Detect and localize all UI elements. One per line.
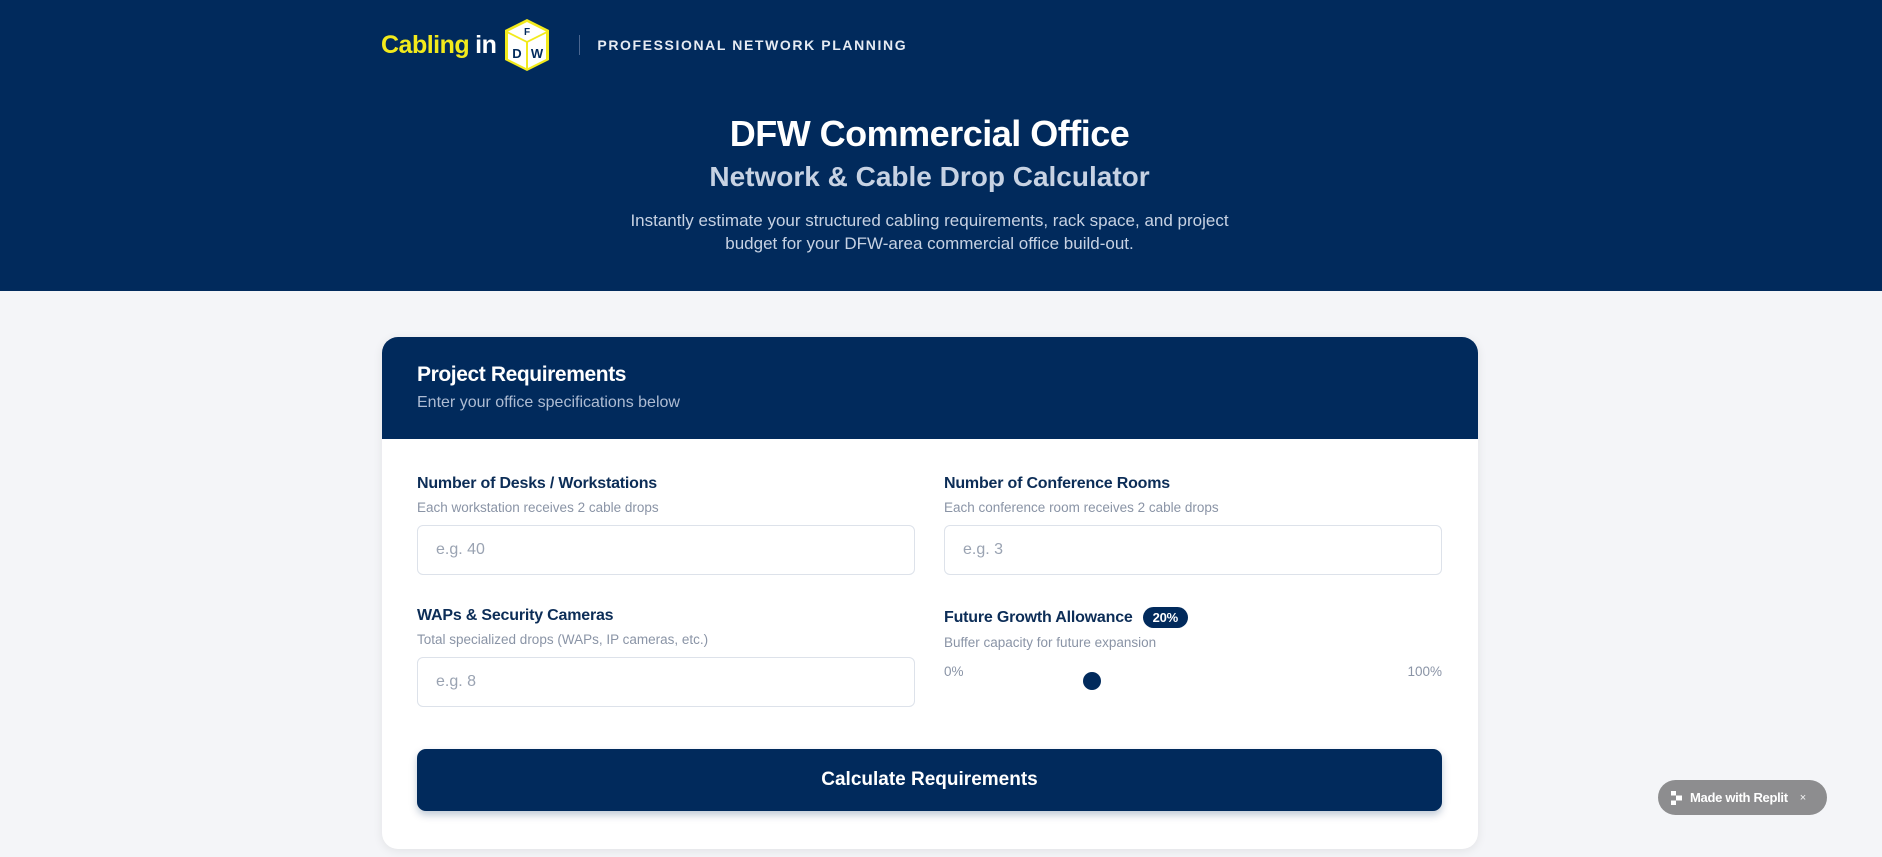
conference-rooms-field: Number of Conference Rooms Each conferen… [944,475,1442,575]
calculate-requirements-button[interactable]: Calculate Requirements [417,749,1442,811]
replit-badge-label: Made with Replit [1690,790,1788,805]
waps-cameras-help: Total specialized drops (WAPs, IP camera… [417,632,709,647]
project-requirements-card: Project Requirements Enter your office s… [382,337,1478,849]
top-bar: Cabling in F D W PROFESSIONAL NETWORK PLA… [381,16,907,74]
hero-header: Cabling in F D W PROFESSIONAL NETWORK PLA… [0,0,1882,291]
card-title: Project Requirements [417,363,627,386]
svg-text:W: W [531,46,544,61]
slider-max-label: 100% [1407,663,1442,679]
close-icon[interactable]: × [1800,792,1806,804]
conference-rooms-label: Number of Conference Rooms [944,475,1170,492]
conference-rooms-help: Each conference room receives 2 cable dr… [944,500,1219,515]
desks-help: Each workstation receives 2 cable drops [417,500,659,515]
header-divider [579,35,581,55]
growth-allowance-label: Future Growth Allowance [944,608,1133,626]
dfw-cube-icon: F D W [505,19,550,71]
desks-label: Number of Desks / Workstations [417,475,657,492]
desks-input[interactable] [417,525,915,575]
tagline: PROFESSIONAL NETWORK PLANNING [597,37,908,53]
page-title: DFW Commercial Office [729,113,1130,154]
cabling-in-dfw-logo[interactable]: Cabling in F D W [381,16,552,74]
logo-wordmark: Cabling in [381,30,497,59]
page-subtitle: Network & Cable Drop Calculator [709,161,1150,192]
made-with-replit-badge[interactable]: Made with Replit × [1658,780,1827,815]
growth-allowance-help: Buffer capacity for future expansion [944,635,1157,650]
slider-min-label: 0% [944,663,964,679]
card-subtitle: Enter your office specifications below [417,394,680,411]
waps-cameras-input[interactable] [417,657,915,707]
growth-percent-badge: 20% [1142,607,1189,628]
waps-cameras-label: WAPs & Security Cameras [417,607,614,624]
waps-cameras-field: WAPs & Security Cameras Total specialize… [417,607,915,707]
slider-track[interactable] [968,670,1394,690]
slider-thumb[interactable] [1083,672,1102,690]
growth-slider[interactable]: 0% 100% [944,660,1442,690]
growth-allowance-field: Future Growth Allowance 20% Buffer capac… [944,607,1442,690]
growth-allowance-label-row: Future Growth Allowance 20% [944,607,1442,628]
page-description: Instantly estimate your structured cabli… [630,211,1229,253]
conference-rooms-input[interactable] [944,525,1442,575]
card-header: Project Requirements Enter your office s… [382,337,1478,439]
replit-icon [1671,790,1682,805]
svg-text:D: D [513,46,522,61]
desks-field: Number of Desks / Workstations Each work… [417,475,915,575]
svg-text:F: F [524,27,530,38]
